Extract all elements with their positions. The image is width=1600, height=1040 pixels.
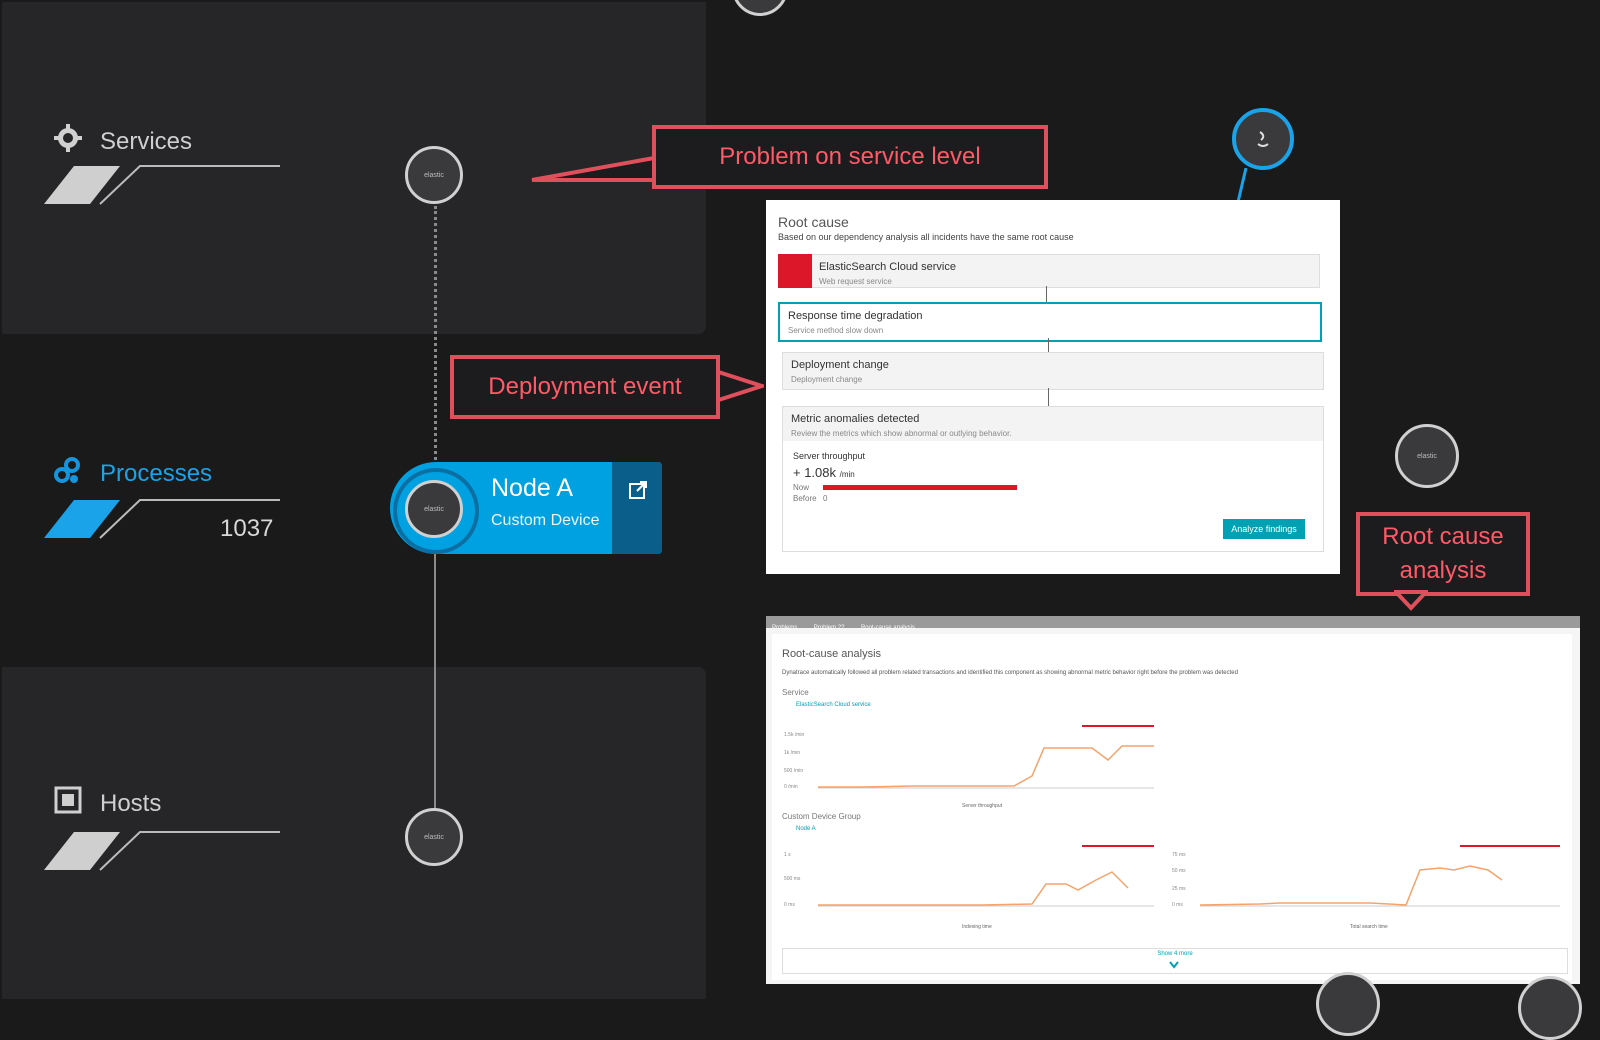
rca-description: Dynatrace automatically followed all pro…: [782, 670, 1238, 676]
hosts-deco: [44, 831, 280, 871]
partial-node-bottom-2[interactable]: [1518, 976, 1582, 1040]
root-cause-panel: Root cause Based on our dependency analy…: [766, 200, 1340, 574]
rca-callout: Root cause analysis: [1356, 512, 1530, 596]
process-node-badge: elastic: [424, 505, 444, 513]
service-link[interactable]: ElasticSearch Cloud service: [796, 702, 871, 708]
root-cause-service[interactable]: ElasticSearch Cloud service Web request …: [778, 254, 1320, 288]
service-badge-icon: [778, 254, 812, 288]
breadcrumb: Problems Problem 2? Root-cause analysis: [766, 616, 1580, 631]
group-link[interactable]: Node A: [796, 826, 816, 832]
service-node[interactable]: elastic: [405, 146, 463, 204]
node-title: Node A: [491, 474, 574, 502]
y-tick: 1k /min: [784, 750, 800, 756]
java-node[interactable]: [1232, 108, 1294, 170]
processes-label: Processes: [100, 460, 213, 487]
deployment-event-callout: Deployment event: [450, 355, 720, 419]
event-subtitle-2: Review the metrics which show abnormal o…: [791, 429, 1012, 438]
show-more-button[interactable]: Show 4 more: [782, 948, 1568, 974]
y-tick: 0 ms: [784, 902, 795, 908]
link-line-2: [1048, 338, 1049, 352]
metric-value: + 1.08k /min: [793, 465, 855, 480]
metric-before-label: Before: [793, 494, 817, 503]
metric-before-value: 0: [823, 494, 828, 503]
rca-panel: Problems Problem 2? Root-cause analysis …: [766, 616, 1580, 984]
right-node[interactable]: elastic: [1395, 424, 1459, 488]
open-external-button[interactable]: [612, 462, 662, 554]
chart-series-name: Server throughput: [962, 803, 1003, 809]
event-metric-anomalies[interactable]: Metric anomalies detected Review the met…: [782, 406, 1324, 552]
gear-icon: [54, 124, 82, 152]
rca-callout-pointer: [1394, 590, 1428, 611]
service-name: ElasticSearch Cloud service: [819, 261, 956, 273]
chart-series-name: Indexing time: [962, 924, 992, 930]
event-title-1: Deployment change: [791, 359, 889, 371]
chart-total-search-time: 75 ms 50 ms 25 ms 0 ms Total search time: [1172, 845, 1560, 930]
services-label: Services: [100, 128, 193, 155]
services-deco: [44, 165, 280, 205]
metric-now-label: Now: [793, 483, 810, 492]
solid-connector: [434, 552, 436, 810]
host-node-badge: elastic: [424, 833, 444, 841]
service-type: Web request service: [819, 277, 892, 286]
root-cause-description: Based on our dependency analysis all inc…: [778, 232, 1074, 242]
group-section-title: Custom Device Group: [782, 812, 861, 821]
breadcrumb-item-0[interactable]: Problems: [766, 623, 803, 633]
y-tick: 500 ms: [784, 876, 801, 882]
y-tick: 1 s: [784, 852, 791, 858]
y-tick: 0 /min: [784, 784, 798, 790]
event-title-2: Metric anomalies detected: [791, 413, 920, 425]
node-subtitle: Custom Device: [491, 512, 600, 529]
chevron-down-icon: [1169, 961, 1179, 969]
chart-series-name: Total search time: [1350, 924, 1388, 930]
breadcrumb-item-2: Root-cause analysis: [860, 625, 915, 631]
right-node-badge: elastic: [1417, 452, 1437, 460]
y-tick: 500 /min: [784, 768, 803, 774]
y-tick: 75 ms: [1172, 852, 1186, 858]
chart-indexing-time: 1 s 500 ms 0 ms Indexing time: [784, 845, 1154, 930]
link-line-3: [1048, 388, 1049, 406]
y-tick: 50 ms: [1172, 868, 1186, 874]
processes-icon: [54, 457, 80, 483]
host-node[interactable]: elastic: [405, 808, 463, 866]
hosts-label: Hosts: [100, 790, 162, 817]
service-level-callout: Problem on service level: [652, 125, 1048, 189]
y-tick: 1.5k /min: [784, 732, 805, 738]
processes-count: 1037: [220, 515, 274, 542]
y-tick: 25 ms: [1172, 886, 1186, 892]
rca-title: Root-cause analysis: [782, 648, 882, 660]
metric-label: Server throughput: [793, 451, 866, 461]
java-icon: [1257, 131, 1269, 147]
metric-now-bar: [823, 485, 1017, 490]
service-callout-pointer: [531, 155, 656, 182]
link-line-1: [1046, 286, 1047, 302]
process-node[interactable]: elastic: [405, 480, 463, 538]
root-cause-title: Root cause: [778, 214, 849, 230]
breadcrumb-item-1[interactable]: Problem 2?: [808, 623, 851, 633]
java-node-link: [1236, 168, 1248, 202]
event-subtitle-0: Service method slow down: [788, 326, 884, 335]
dotted-connector: [434, 206, 437, 460]
service-section-title: Service: [782, 688, 809, 697]
event-subtitle-1: Deployment change: [791, 375, 863, 384]
analyze-findings-button[interactable]: Analyze findings: [1223, 519, 1305, 539]
service-node-badge: elastic: [424, 171, 444, 179]
event-deployment-change[interactable]: Deployment change Deployment change: [782, 352, 1324, 390]
partial-node-bottom-1[interactable]: [1316, 972, 1380, 1036]
chart-server-throughput: 1.5k /min 1k /min 500 /min 0 /min Server…: [784, 725, 1154, 809]
y-tick: 0 ms: [1172, 902, 1183, 908]
event-response-time[interactable]: Response time degradation Service method…: [778, 302, 1322, 342]
partial-node-top[interactable]: [732, 0, 788, 16]
external-link-icon: [629, 481, 647, 499]
host-icon: [54, 786, 82, 814]
show-more-label: Show 4 more: [1157, 951, 1193, 957]
event-title-0: Response time degradation: [788, 310, 923, 322]
